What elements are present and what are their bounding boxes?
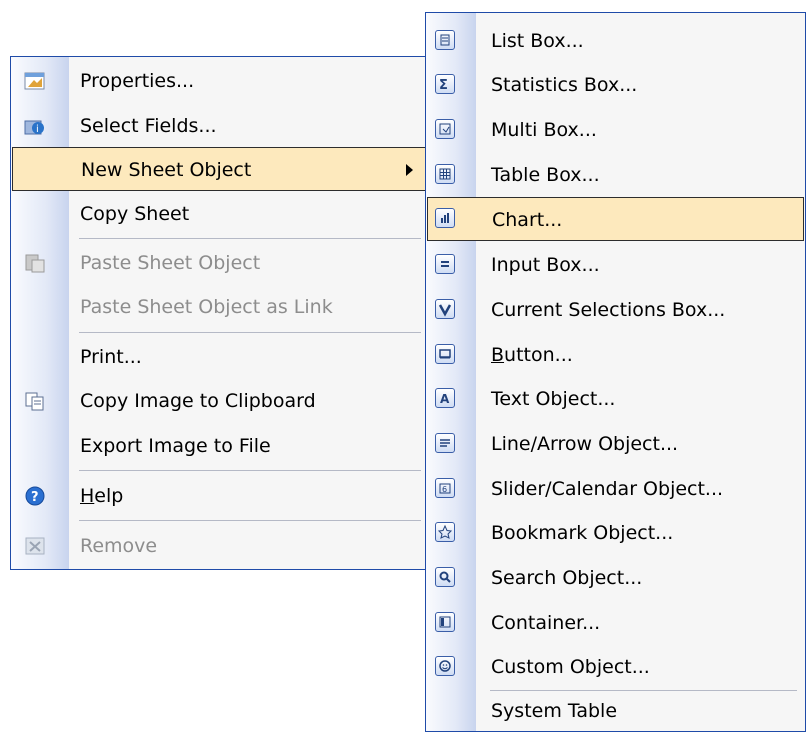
menu-item-paste-sheet-object-as-link[interactable]: Paste Sheet Object as Link [12,285,428,329]
properties-icon [24,70,46,92]
submenu-item-system-table[interactable]: System Table [427,689,804,733]
menu-item-label: Help [80,485,124,507]
menu-item-label: Paste Sheet Object [80,252,261,274]
submenu-item-label: Multi Box... [491,119,597,141]
submenu-item-current-selections-box[interactable]: Current Selections Box... [427,288,804,332]
menu-item-label: New Sheet Object [81,159,252,181]
custom-object-icon [435,656,455,676]
menu-separator [79,470,421,471]
menu-item-label: Export Image to File [80,435,271,457]
statistics-box-icon: Σ [435,74,455,94]
menu-item-paste-sheet-object[interactable]: Paste Sheet Object [12,241,428,285]
copy-image-icon [24,390,46,412]
table-box-icon [435,164,455,184]
menu-item-label: Paste Sheet Object as Link [80,296,333,318]
submenu-item-label: Table Box... [491,164,600,186]
svg-text:A: A [440,392,450,406]
input-box-icon [435,254,455,274]
search-object-icon [435,567,455,587]
bookmark-icon [435,522,455,542]
menu-item-label: Select Fields... [80,115,217,137]
submenu-item-multi-box[interactable]: Multi Box... [427,108,804,152]
menu-item-select-fields[interactable]: i Select Fields... [12,104,428,148]
menu-separator [79,520,421,521]
multi-box-icon [435,119,455,139]
new-sheet-object-submenu: List Box... Σ Statistics Box... Multi Bo… [425,12,806,732]
submenu-item-label: System Table [491,700,618,722]
help-icon: ? [24,485,46,507]
submenu-item-label: Input Box... [491,254,600,276]
submenu-item-label: Current Selections Box... [491,299,726,321]
container-icon [435,612,455,632]
submenu-item-custom-object[interactable]: Custom Object... [427,645,804,689]
submenu-item-text-object[interactable]: A Text Object... [427,377,804,421]
list-box-icon [435,30,455,50]
select-fields-icon: i [24,115,46,137]
menu-item-label: Properties... [80,70,195,92]
menu-item-print[interactable]: Print... [12,335,428,379]
submenu-arrow-icon [406,164,413,176]
submenu-item-slider-calendar-object[interactable]: 6 Slider/Calendar Object... [427,467,804,511]
svg-text:Σ: Σ [439,78,448,92]
submenu-item-input-box[interactable]: Input Box... [427,243,804,287]
submenu-item-table-box[interactable]: Table Box... [427,153,804,197]
submenu-item-search-object[interactable]: Search Object... [427,556,804,600]
menu-item-label: Copy Sheet [80,203,190,225]
submenu-item-statistics-box[interactable]: Σ Statistics Box... [427,63,804,107]
menu-separator [79,238,421,239]
submenu-item-label: Line/Arrow Object... [491,433,679,455]
submenu-item-label: Search Object... [491,567,643,589]
menu-item-copy-image-to-clipboard[interactable]: Copy Image to Clipboard [12,379,428,423]
submenu-item-list-box[interactable]: List Box... [427,19,804,63]
submenu-item-label: Bookmark Object... [491,522,674,544]
submenu-item-line-arrow-object[interactable]: Line/Arrow Object... [427,422,804,466]
menu-item-label: Print... [80,346,142,368]
submenu-item-button[interactable]: Button... [427,333,804,377]
menu-item-remove[interactable]: Remove [12,524,428,568]
submenu-item-label: Button... [491,344,573,366]
menu-item-label: Copy Image to Clipboard [80,390,316,412]
submenu-item-label: Statistics Box... [491,74,638,96]
submenu-item-label: Text Object... [491,388,616,410]
svg-text:?: ? [31,490,39,505]
menu-item-properties[interactable]: Properties... [12,59,428,103]
submenu-item-label: Container... [491,612,601,634]
text-object-icon: A [435,388,455,408]
svg-text:6: 6 [442,485,447,494]
menu-item-new-sheet-object[interactable]: New Sheet Object [12,147,428,191]
menu-item-help[interactable]: ? Help [12,474,428,518]
menu-item-label: Remove [80,535,158,557]
submenu-item-container[interactable]: Container... [427,601,804,645]
menu-item-export-image-to-file[interactable]: Export Image to File [12,424,428,468]
submenu-item-label: Custom Object... [491,656,650,678]
button-icon [435,344,455,364]
submenu-item-label: Slider/Calendar Object... [491,478,724,500]
svg-text:i: i [36,124,39,135]
current-selections-icon [435,299,455,319]
paste-icon [24,252,46,274]
line-arrow-icon [435,433,455,453]
submenu-item-label: List Box... [491,30,584,52]
menu-item-copy-sheet[interactable]: Copy Sheet [12,192,428,236]
menu-separator [79,332,421,333]
slider-calendar-icon: 6 [435,478,455,498]
context-menu: Properties... i Select Fields... New She… [10,56,430,570]
remove-icon [24,535,46,557]
submenu-item-bookmark-object[interactable]: Bookmark Object... [427,511,804,555]
chart-icon [435,208,455,228]
submenu-item-label: Chart... [492,209,563,231]
submenu-item-chart[interactable]: Chart... [427,197,804,241]
